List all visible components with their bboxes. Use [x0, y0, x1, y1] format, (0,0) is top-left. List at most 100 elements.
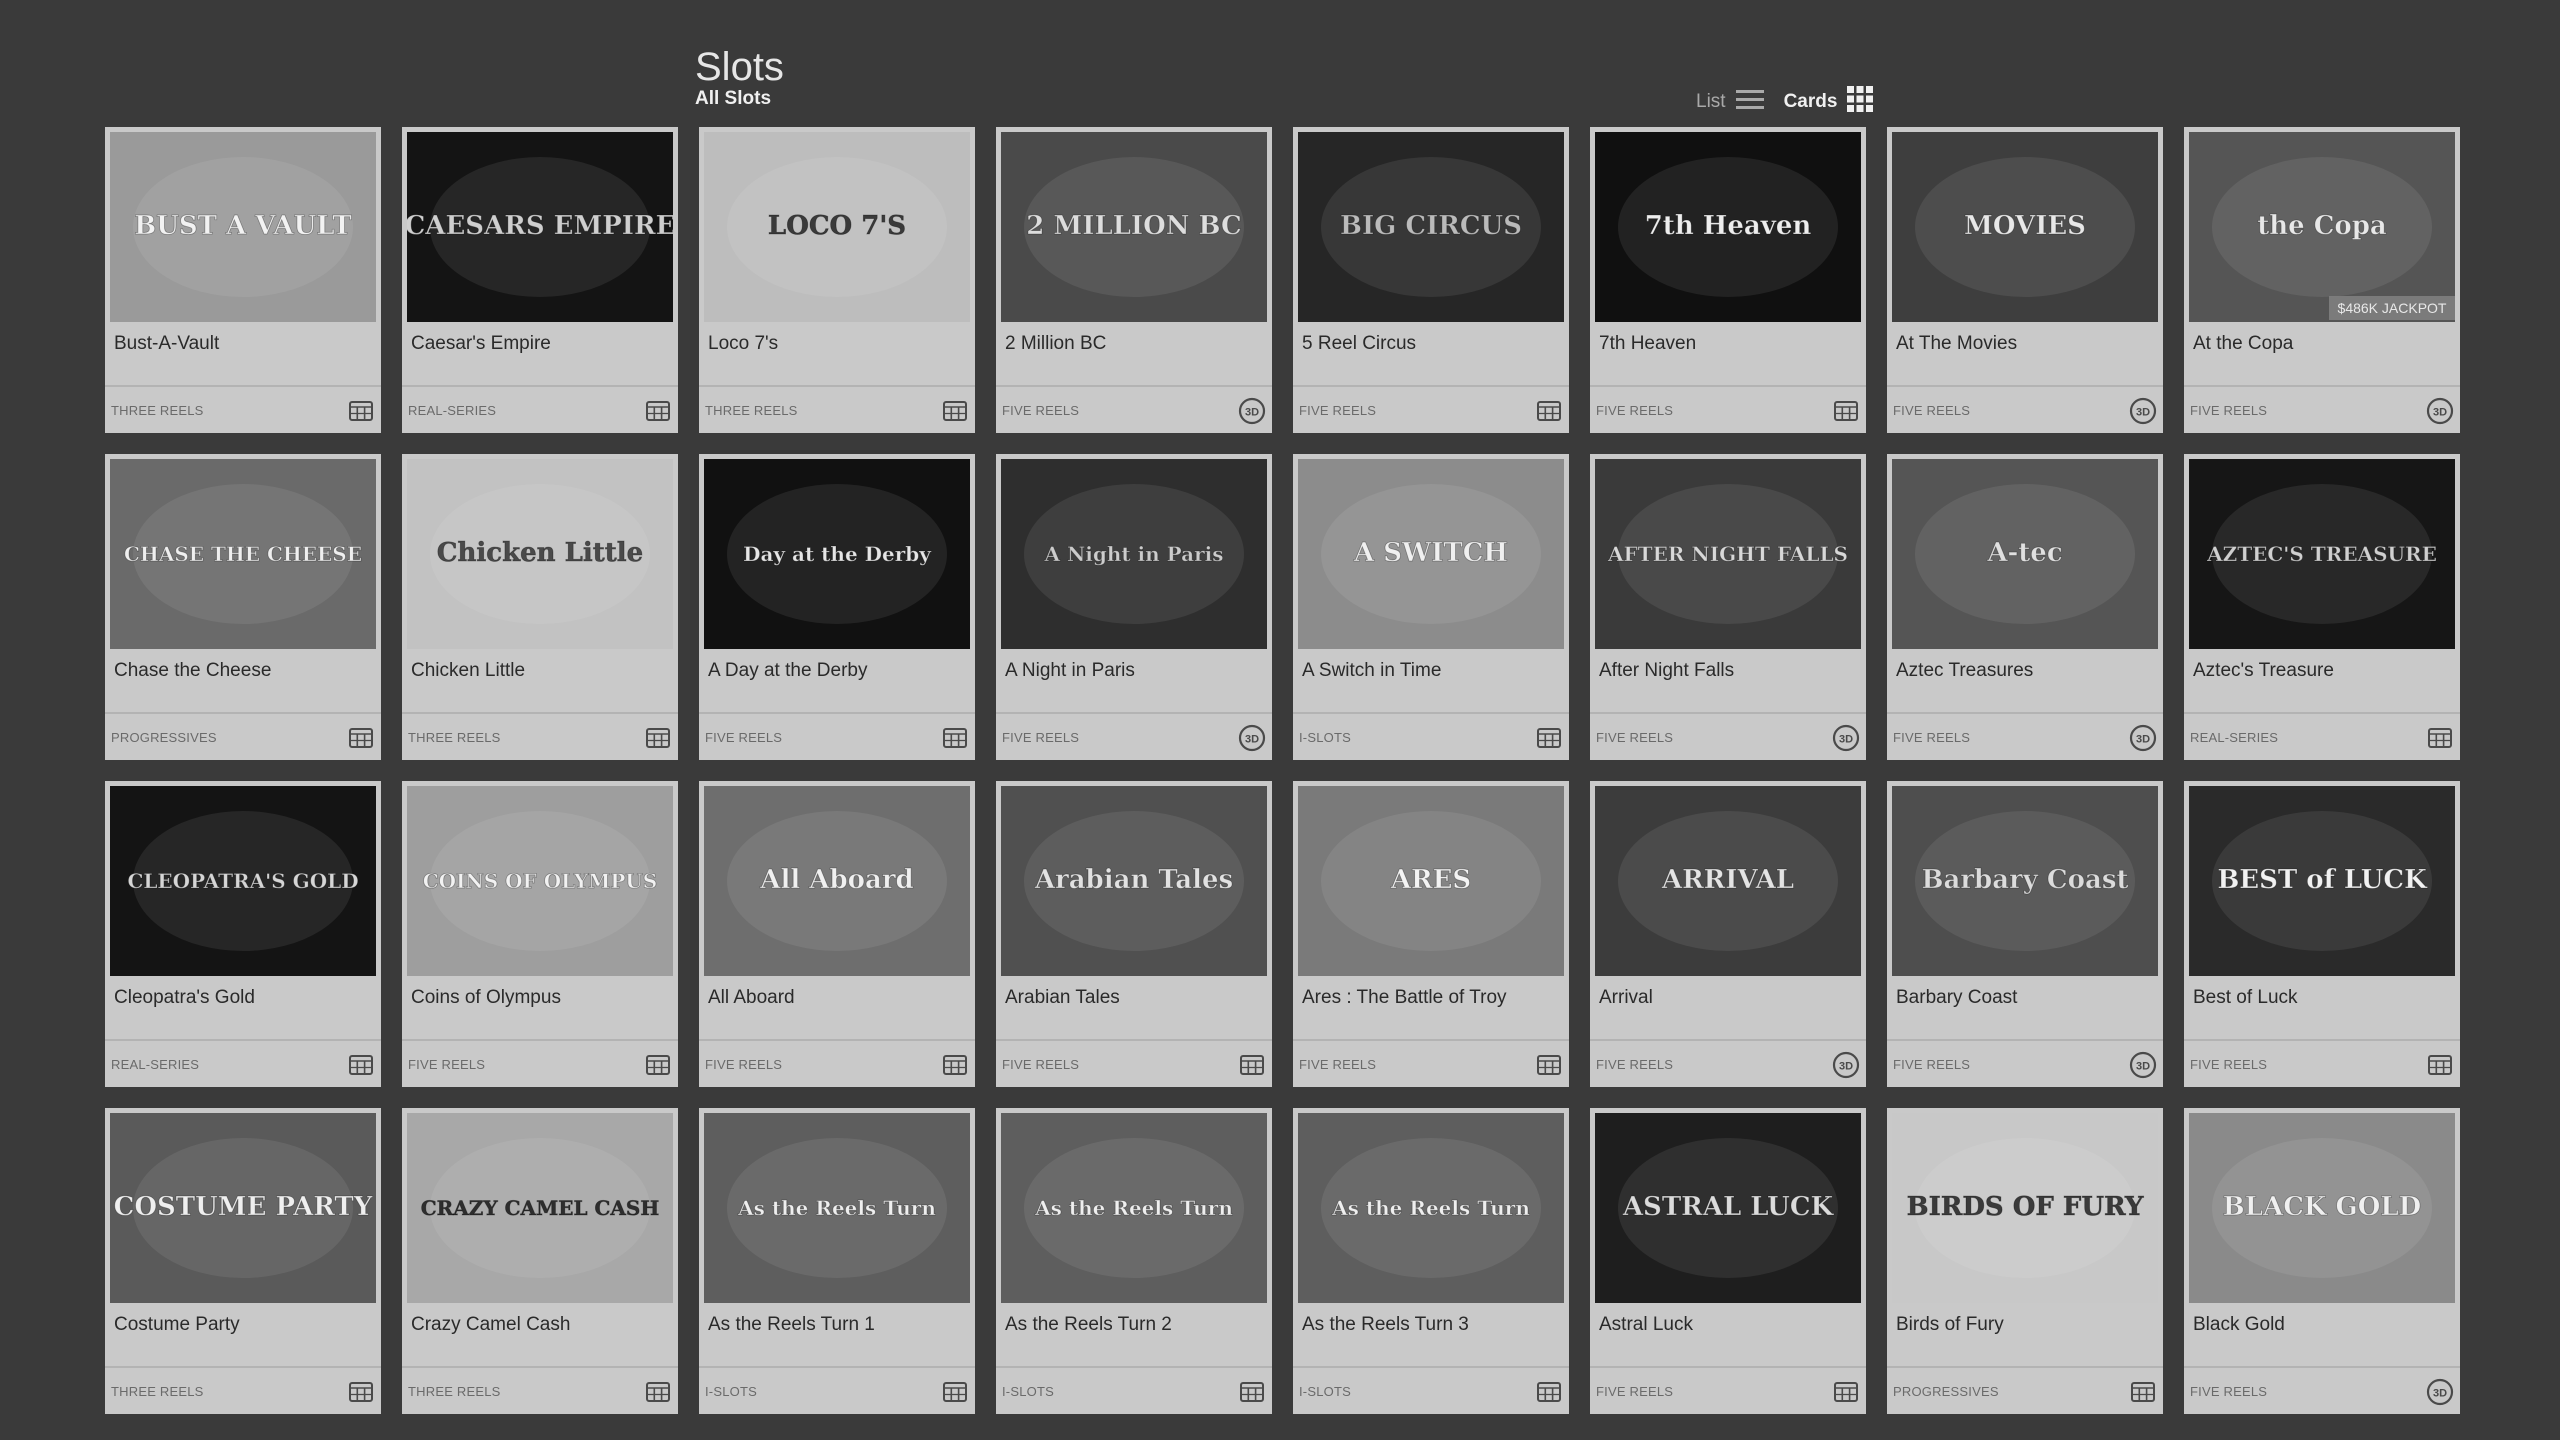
game-card[interactable]: As the Reels Turn As the Reels Turn 2 I-SL… — [996, 1108, 1272, 1414]
game-category: FIVE REELS — [408, 1057, 486, 1072]
game-category: REAL-SERIES — [111, 1057, 200, 1072]
game-card[interactable]: ARES Ares : The Battle of Troy FIVE REELS — [1293, 781, 1569, 1087]
svg-text:3D: 3D — [1245, 407, 1259, 419]
game-logo-art: BEST of LUCK — [2217, 865, 2428, 895]
game-thumbnail[interactable]: CLEOPATRA'S GOLD — [110, 786, 376, 976]
game-thumbnail[interactable]: Barbary Coast — [1892, 786, 2158, 976]
game-card[interactable]: As the Reels Turn As the Reels Turn 1 I-SL… — [699, 1108, 975, 1414]
reels-icon — [1535, 397, 1563, 425]
game-category: REAL-SERIES — [408, 403, 497, 418]
game-thumbnail[interactable]: BIRDS OF FURY — [1892, 1113, 2158, 1303]
reels-icon — [644, 1378, 672, 1406]
game-card[interactable]: CHASE THE CHEESE Chase the Cheese PROGRESS… — [105, 454, 381, 760]
game-card[interactable]: ARRIVAL Arrival FIVE REELS 3D — [1590, 781, 1866, 1087]
game-thumbnail[interactable]: ASTRAL LUCK — [1595, 1113, 1861, 1303]
game-category: THREE REELS — [111, 403, 204, 418]
game-thumbnail[interactable]: All Aboard — [704, 786, 970, 976]
game-thumbnail[interactable]: A SWITCH — [1298, 459, 1564, 649]
game-thumbnail[interactable]: MOVIES — [1892, 132, 2158, 322]
game-card[interactable]: AFTER NIGHT FALLS After Night Falls FIVE R… — [1590, 454, 1866, 760]
game-thumbnail[interactable]: As the Reels Turn — [1001, 1113, 1267, 1303]
game-card[interactable]: MOVIES At The Movies FIVE REELS 3D — [1887, 127, 2163, 433]
game-thumbnail[interactable]: BIG CIRCUS — [1298, 132, 1564, 322]
game-card[interactable]: As the Reels Turn As the Reels Turn 3 I-SL… — [1293, 1108, 1569, 1414]
game-card[interactable]: CAESARS EMPIRE Caesar's Empire REAL-SERIES — [402, 127, 678, 433]
game-card[interactable]: Arabian Tales Arabian Tales FIVE REELS — [996, 781, 1272, 1087]
game-card[interactable]: BIRDS OF FURY Birds of Fury PROGRESSIVES — [1887, 1108, 2163, 1414]
game-card[interactable]: A-tec Aztec Treasures FIVE REELS 3D — [1887, 454, 2163, 760]
game-title: As the Reels Turn 3 — [1302, 1314, 1469, 1335]
game-thumbnail[interactable]: BUST A VAULT — [110, 132, 376, 322]
game-thumbnail[interactable]: As the Reels Turn — [704, 1113, 970, 1303]
game-card[interactable]: 7th Heaven 7th Heaven FIVE REELS — [1590, 127, 1866, 433]
list-view-button[interactable]: List — [1696, 87, 1764, 117]
game-thumbnail[interactable]: Day at the Derby — [704, 459, 970, 649]
game-thumbnail[interactable]: COSTUME PARTY — [110, 1113, 376, 1303]
game-thumbnail[interactable]: 7th Heaven — [1595, 132, 1861, 322]
game-card[interactable]: A SWITCH A Switch in Time I-SLOTS — [1293, 454, 1569, 760]
game-thumbnail[interactable]: ARRIVAL — [1595, 786, 1861, 976]
game-card[interactable]: Barbary Coast Barbary Coast FIVE REELS 3D — [1887, 781, 2163, 1087]
game-card[interactable]: CLEOPATRA'S GOLD Cleopatra's Gold REAL-SER… — [105, 781, 381, 1087]
svg-text:3D: 3D — [1839, 734, 1853, 746]
game-category: FIVE REELS — [705, 730, 783, 745]
game-title: Bust-A-Vault — [114, 333, 220, 354]
game-card[interactable]: LOCO 7'S Loco 7's THREE REELS — [699, 127, 975, 433]
grid-icon — [1847, 86, 1874, 118]
game-card[interactable]: 2 MILLION BC 2 Million BC FIVE REELS 3D — [996, 127, 1272, 433]
game-card[interactable]: the Copa $486K JACKPOT At the Copa FIVE REE… — [2184, 127, 2460, 433]
game-title: Caesar's Empire — [411, 333, 551, 354]
game-thumbnail[interactable]: BEST of LUCK — [2189, 786, 2455, 976]
game-card[interactable]: BIG CIRCUS 5 Reel Circus FIVE REELS — [1293, 127, 1569, 433]
game-thumbnail[interactable]: COINS OF OLYMPUS — [407, 786, 673, 976]
game-thumbnail[interactable]: ARES — [1298, 786, 1564, 976]
game-thumbnail[interactable]: the Copa $486K JACKPOT — [2189, 132, 2455, 322]
game-title: Arabian Tales — [1005, 987, 1120, 1008]
game-card[interactable]: A Night in Paris A Night in Paris FIVE REE… — [996, 454, 1272, 760]
game-card[interactable]: COSTUME PARTY Costume Party THREE REELS — [105, 1108, 381, 1414]
game-thumbnail[interactable]: BLACK GOLD — [2189, 1113, 2455, 1303]
card-footer: I-SLOTS — [699, 1366, 975, 1414]
game-card[interactable]: AZTEC'S TREASURE Aztec's Treasure REAL-SER… — [2184, 454, 2460, 760]
game-thumbnail[interactable]: 2 MILLION BC — [1001, 132, 1267, 322]
page-title: Slots — [695, 44, 784, 89]
game-thumbnail[interactable]: AFTER NIGHT FALLS — [1595, 459, 1861, 649]
game-card[interactable]: COINS OF OLYMPUS Coins of Olympus FIVE REE… — [402, 781, 678, 1087]
card-footer: FIVE REELS — [1293, 385, 1569, 433]
game-card[interactable]: ASTRAL LUCK Astral Luck FIVE REELS — [1590, 1108, 1866, 1414]
game-thumbnail[interactable]: CAESARS EMPIRE — [407, 132, 673, 322]
game-title: A Night in Paris — [1005, 660, 1135, 681]
game-card[interactable]: All Aboard All Aboard FIVE REELS — [699, 781, 975, 1087]
game-logo-art: A SWITCH — [1353, 538, 1508, 568]
game-thumbnail[interactable]: A-tec — [1892, 459, 2158, 649]
game-logo-art: MOVIES — [1964, 211, 2086, 241]
game-category: FIVE REELS — [1893, 1057, 1971, 1072]
game-thumbnail[interactable]: LOCO 7'S — [704, 132, 970, 322]
game-logo-art: CLEOPATRA'S GOLD — [127, 869, 358, 893]
game-thumbnail[interactable]: Arabian Tales — [1001, 786, 1267, 976]
game-title: Barbary Coast — [1896, 987, 2018, 1008]
card-footer: FIVE REELS — [996, 1039, 1272, 1087]
game-card[interactable]: Chicken Little Chicken Little THREE REELS — [402, 454, 678, 760]
card-footer: REAL-SERIES — [105, 1039, 381, 1087]
game-thumbnail[interactable]: CRAZY CAMEL CASH — [407, 1113, 673, 1303]
svg-text:3D: 3D — [2136, 1061, 2150, 1073]
game-thumbnail[interactable]: A Night in Paris — [1001, 459, 1267, 649]
game-thumbnail[interactable]: As the Reels Turn — [1298, 1113, 1564, 1303]
game-thumbnail[interactable]: CHASE THE CHEESE — [110, 459, 376, 649]
game-card[interactable]: BEST of LUCK Best of Luck FIVE REELS — [2184, 781, 2460, 1087]
game-thumbnail[interactable]: AZTEC'S TREASURE — [2189, 459, 2455, 649]
reels-icon — [347, 724, 375, 752]
game-title: A Day at the Derby — [708, 660, 868, 681]
game-thumbnail[interactable]: Chicken Little — [407, 459, 673, 649]
game-card[interactable]: Day at the Derby A Day at the Derby FIVE R… — [699, 454, 975, 760]
game-card[interactable]: BUST A VAULT Bust-A-Vault THREE REELS — [105, 127, 381, 433]
game-card[interactable]: CRAZY CAMEL CASH Crazy Camel Cash THREE RE… — [402, 1108, 678, 1414]
reels-icon — [1535, 724, 1563, 752]
game-logo-art: ARRIVAL — [1661, 865, 1794, 895]
game-category: FIVE REELS — [1299, 1057, 1377, 1072]
game-logo-art: As the Reels Turn — [737, 1196, 936, 1220]
game-card[interactable]: BLACK GOLD Black Gold FIVE REELS 3D — [2184, 1108, 2460, 1414]
game-logo-art: CRAZY CAMEL CASH — [421, 1196, 660, 1220]
cards-view-button[interactable]: Cards — [1774, 86, 1874, 118]
